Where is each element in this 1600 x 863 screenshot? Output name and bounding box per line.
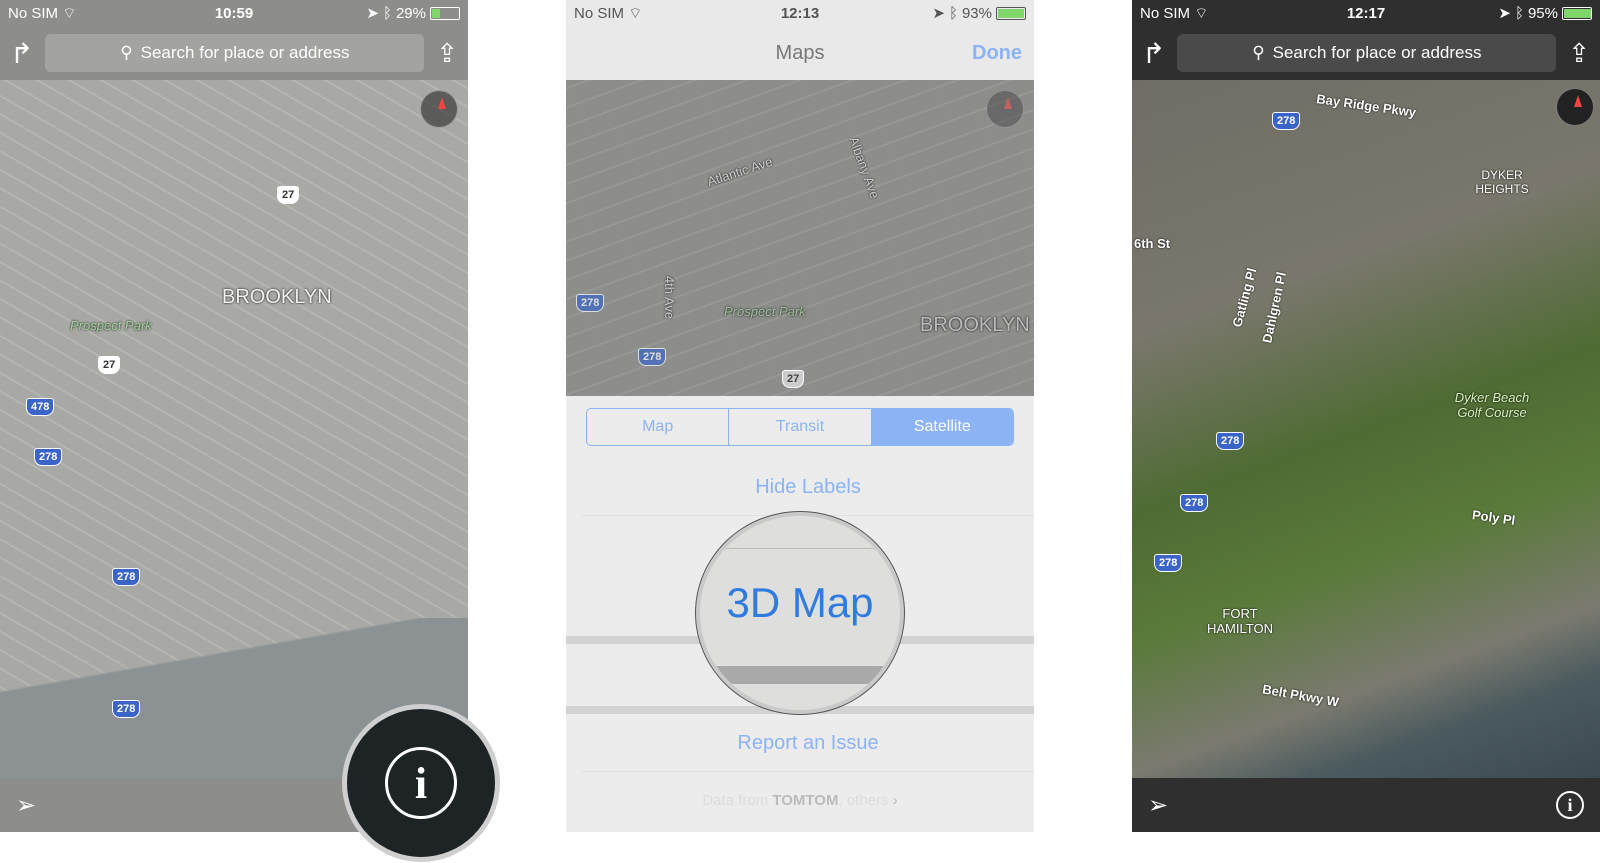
route-shield: 278 [112, 700, 141, 718]
search-placeholder: Search for place or address [140, 43, 350, 62]
route-shield: 278 [638, 348, 667, 366]
route-shield: 478 [26, 398, 55, 416]
battery-icon [430, 6, 460, 20]
map-label: FORT HAMILTON [1207, 606, 1273, 636]
route-shield: 27 [277, 186, 300, 204]
map-label: Prospect Park [70, 318, 152, 333]
compass-icon[interactable] [420, 90, 458, 128]
map-label: Prospect Park [724, 304, 806, 319]
battery-icon [996, 6, 1026, 20]
top-bar: ↱ ⚲ Search for place or address ⇪ [1132, 26, 1600, 80]
info-icon: i [385, 747, 457, 819]
map-label: BROOKLYN [222, 286, 332, 308]
map-label: Albany Ave [846, 134, 883, 201]
directions-icon[interactable]: ↱ [10, 37, 33, 70]
route-shield: 278 [576, 294, 605, 312]
search-field[interactable]: ⚲ Search for place or address [45, 34, 425, 72]
map-label: 6th St [1134, 236, 1171, 251]
route-shield: 278 [1180, 494, 1209, 512]
chevron-right-icon: › [892, 792, 898, 809]
clock: 10:59 [214, 4, 254, 22]
segment-satellite[interactable]: Satellite [871, 409, 1013, 445]
status-bar: No SIM ⌔ 10:59 ➤ ᛒ 29% [0, 0, 468, 26]
current-location-icon[interactable]: ➢ [1148, 791, 1168, 820]
dimmed-map: Atlantic Ave Albany Ave 4th Ave Prospect… [566, 80, 1034, 396]
phone-map-settings: No SIM ⌔ 12:13 ➤ ᛒ 93% Maps Done Atlantic … [566, 0, 1034, 832]
share-icon[interactable]: ⇪ [436, 38, 458, 69]
share-icon[interactable]: ⇪ [1568, 38, 1590, 69]
attribution-suffix: , others [838, 792, 889, 809]
compass-icon [986, 90, 1024, 128]
route-shield: 278 [1272, 112, 1301, 130]
route-shield: 278 [1216, 432, 1245, 450]
3d-map-label: 3D Map [726, 579, 874, 626]
directions-icon[interactable]: ↱ [1142, 37, 1165, 70]
tomtom-logo: TOMTOM [772, 792, 839, 809]
bottom-bar: ➢ i [1132, 778, 1600, 832]
map-label: Bay Ridge Pkwy [1315, 91, 1417, 120]
route-shield: 278 [112, 568, 141, 586]
battery-icon [1562, 6, 1592, 20]
compass-icon[interactable] [1556, 88, 1594, 126]
info-icon[interactable]: i [1556, 791, 1584, 819]
clock: 12:13 [780, 4, 820, 22]
map-area[interactable]: Bay Ridge Pkwy DYKER HEIGHTS 6th St Gatl… [1132, 80, 1600, 778]
attribution-prefix: Data from [702, 792, 769, 809]
clock: 12:17 [1346, 4, 1386, 22]
current-location-icon[interactable]: ➢ [16, 791, 36, 820]
map-label: DYKER HEIGHTS [1475, 168, 1529, 196]
map-label: Dahlgren Pl [1259, 270, 1289, 345]
route-shield: 27 [98, 356, 121, 374]
map-label: Belt Pkwy W [1261, 681, 1341, 710]
search-icon: ⚲ [1252, 43, 1265, 62]
nav-bar: Maps Done [566, 26, 1034, 80]
map-type-segmented-control: Map Transit Satellite [586, 408, 1014, 446]
segment-map[interactable]: Map [587, 409, 730, 445]
map-label: Poly Pl [1471, 507, 1517, 528]
map-label: Gatling Pl [1229, 266, 1260, 329]
map-label: 4th Ave [662, 275, 678, 320]
done-button[interactable]: Done [972, 42, 1022, 65]
route-shield: 27 [782, 370, 805, 388]
map-label: Atlantic Ave [705, 153, 775, 190]
map-area[interactable]: BROOKLYN Prospect Park 27 27 478 278 278… [0, 80, 468, 778]
hide-labels-button[interactable]: Hide Labels [582, 460, 1034, 516]
top-bar: ↱ ⚲ Search for place or address ⇪ [0, 26, 468, 80]
report-issue-button[interactable]: Report an Issue [582, 716, 1034, 772]
route-shield: 278 [1154, 554, 1183, 572]
status-bar: No SIM ⌔ 12:13 ➤ ᛒ 93% [566, 0, 1034, 26]
search-placeholder: Search for place or address [1272, 43, 1482, 62]
status-bar: No SIM ⌔ 12:17 ➤ ᛒ 95% [1132, 0, 1600, 26]
route-shield: 278 [34, 448, 63, 466]
segment-transit[interactable]: Transit [729, 409, 872, 445]
search-field[interactable]: ⚲ Search for place or address [1177, 34, 1557, 72]
search-icon: ⚲ [120, 43, 133, 62]
nav-title: Maps [775, 41, 825, 64]
map-label: Dyker Beach Golf Course [1454, 390, 1530, 420]
phone-3d-satellite-view: No SIM ⌔ 12:17 ➤ ᛒ 95% ↱ ⚲ Search for place… [1132, 0, 1600, 832]
attribution-link[interactable]: Data from TOMTOM, others › [566, 792, 1034, 809]
3d-map-button-magnified[interactable]: 3D Map [696, 512, 904, 714]
map-label: BROOKLYN [920, 314, 1030, 336]
info-button-magnified[interactable]: i [342, 704, 500, 862]
